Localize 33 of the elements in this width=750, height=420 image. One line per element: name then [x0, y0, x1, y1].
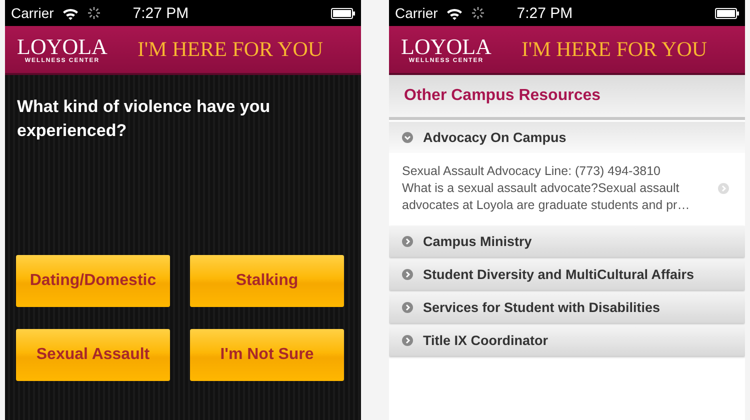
section-title: Other Campus Resources	[389, 75, 745, 120]
accordion-item[interactable]: Title IX Coordinator	[389, 325, 745, 356]
battery-icon	[331, 8, 355, 18]
chevron-right-icon	[402, 236, 413, 247]
answer-button[interactable]: Dating/Domestic	[16, 255, 170, 307]
carrier-name: Carrier	[11, 5, 54, 21]
clock-time: 7:27 PM	[516, 4, 574, 22]
accordion-item[interactable]: Services for Student with Disabilities	[389, 292, 745, 323]
description-text: What is a sexual assault advocate?Sexual assault advocates at Loyola are graduate students and pr…	[402, 180, 691, 214]
accordion-item[interactable]: Student Diversity and MultiCultural Affairs	[389, 259, 745, 290]
logo-text: LOYOLA	[17, 36, 108, 58]
answer-button[interactable]: I'm Not Sure	[190, 329, 344, 381]
chevron-right-icon[interactable]	[718, 183, 729, 194]
spinner-icon	[86, 6, 101, 20]
chevron-right-icon	[402, 302, 413, 313]
clock-time: 7:27 PM	[132, 4, 190, 22]
answer-button[interactable]: Stalking	[190, 255, 344, 307]
chevron-right-icon	[402, 335, 413, 346]
spinner-icon	[470, 6, 485, 20]
accordion-item[interactable]: Campus Ministry	[389, 226, 745, 257]
logo-text: LOYOLA	[401, 36, 492, 58]
carrier-name: Carrier	[395, 5, 438, 21]
chevron-down-icon	[402, 132, 413, 143]
tagline: I'M HERE FOR YOU	[521, 37, 708, 62]
accordion-item[interactable]: Advocacy On Campus	[389, 122, 745, 153]
question-text: What kind of violence have you experienced?	[16, 96, 272, 142]
wifi-icon	[446, 6, 463, 20]
wifi-icon	[62, 6, 79, 20]
phone-line: Sexual Assault Advocacy Line: (773) 494-3810	[402, 163, 662, 180]
battery-icon	[715, 8, 739, 18]
answer-button[interactable]: Sexual Assault	[16, 329, 170, 381]
chevron-right-icon	[402, 269, 413, 280]
tagline: I'M HERE FOR YOU	[137, 37, 324, 62]
